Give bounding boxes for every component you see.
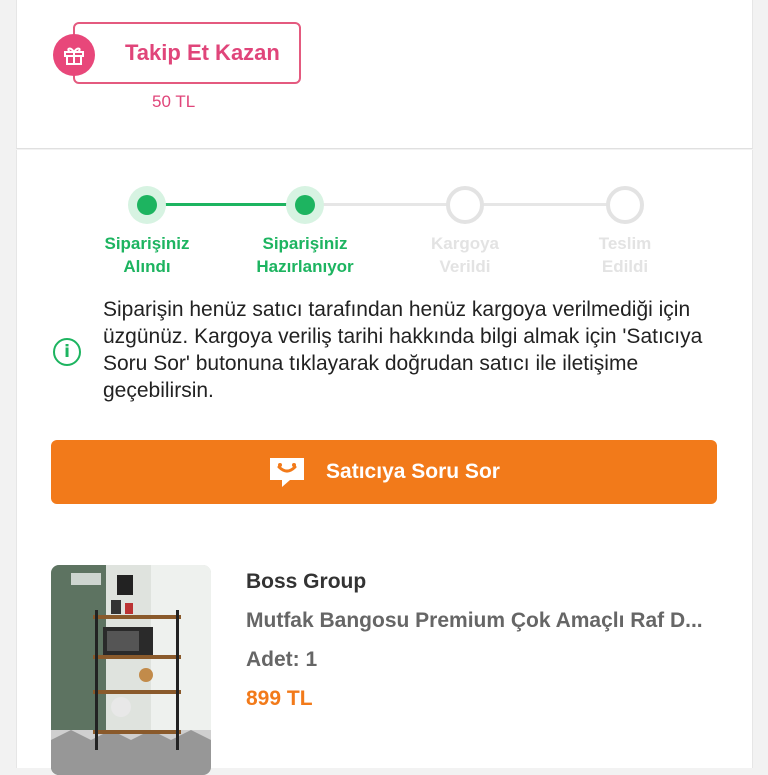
- product-price: 899 TL: [246, 687, 313, 710]
- step-label-preparing: Siparişiniz Hazırlanıyor: [256, 234, 354, 276]
- step-label-received: Siparişiniz Alındı: [104, 234, 190, 276]
- follow-button-label: Takip Et Kazan: [125, 40, 280, 65]
- info-icon: i: [53, 338, 81, 366]
- step-dot-received: [128, 186, 166, 224]
- product-name[interactable]: Mutfak Bangosu Premium Çok Amaçlı Raf D.…: [246, 609, 703, 633]
- ask-seller-label: Satıcıya Soru Sor: [326, 460, 500, 483]
- step-label-delivered: Teslim Edildi: [598, 234, 652, 276]
- product-quantity: Adet: 1: [246, 648, 318, 671]
- product-thumbnail[interactable]: [51, 565, 211, 775]
- step-connector: [305, 203, 465, 206]
- product-brand: Boss Group: [246, 570, 367, 593]
- step-connector: [465, 203, 625, 206]
- order-progress-stepper: Siparişiniz Alındı Siparişiniz Hazırlanı…: [17, 150, 752, 290]
- follow-and-earn-button[interactable]: Takip Et Kazan: [53, 22, 301, 84]
- chat-smile-icon: [268, 456, 306, 488]
- step-dot-delivered: [606, 186, 644, 224]
- ask-seller-button[interactable]: Satıcıya Soru Sor: [51, 440, 717, 504]
- order-status-card: Siparişiniz Alındı Siparişiniz Hazırlanı…: [16, 150, 753, 775]
- step-connector: [147, 203, 305, 206]
- shipping-delay-message: Siparişin henüz satıcı tarafından henüz …: [103, 298, 703, 402]
- step-dot-preparing: [286, 186, 324, 224]
- step-label-shipped: Kargoya Verildi: [430, 234, 500, 276]
- follow-reward-amount: 50 TL: [152, 92, 196, 111]
- step-dot-shipped: [446, 186, 484, 224]
- gift-icon: [53, 34, 95, 76]
- follow-card: Takip Et Kazan 50 TL: [16, 0, 753, 149]
